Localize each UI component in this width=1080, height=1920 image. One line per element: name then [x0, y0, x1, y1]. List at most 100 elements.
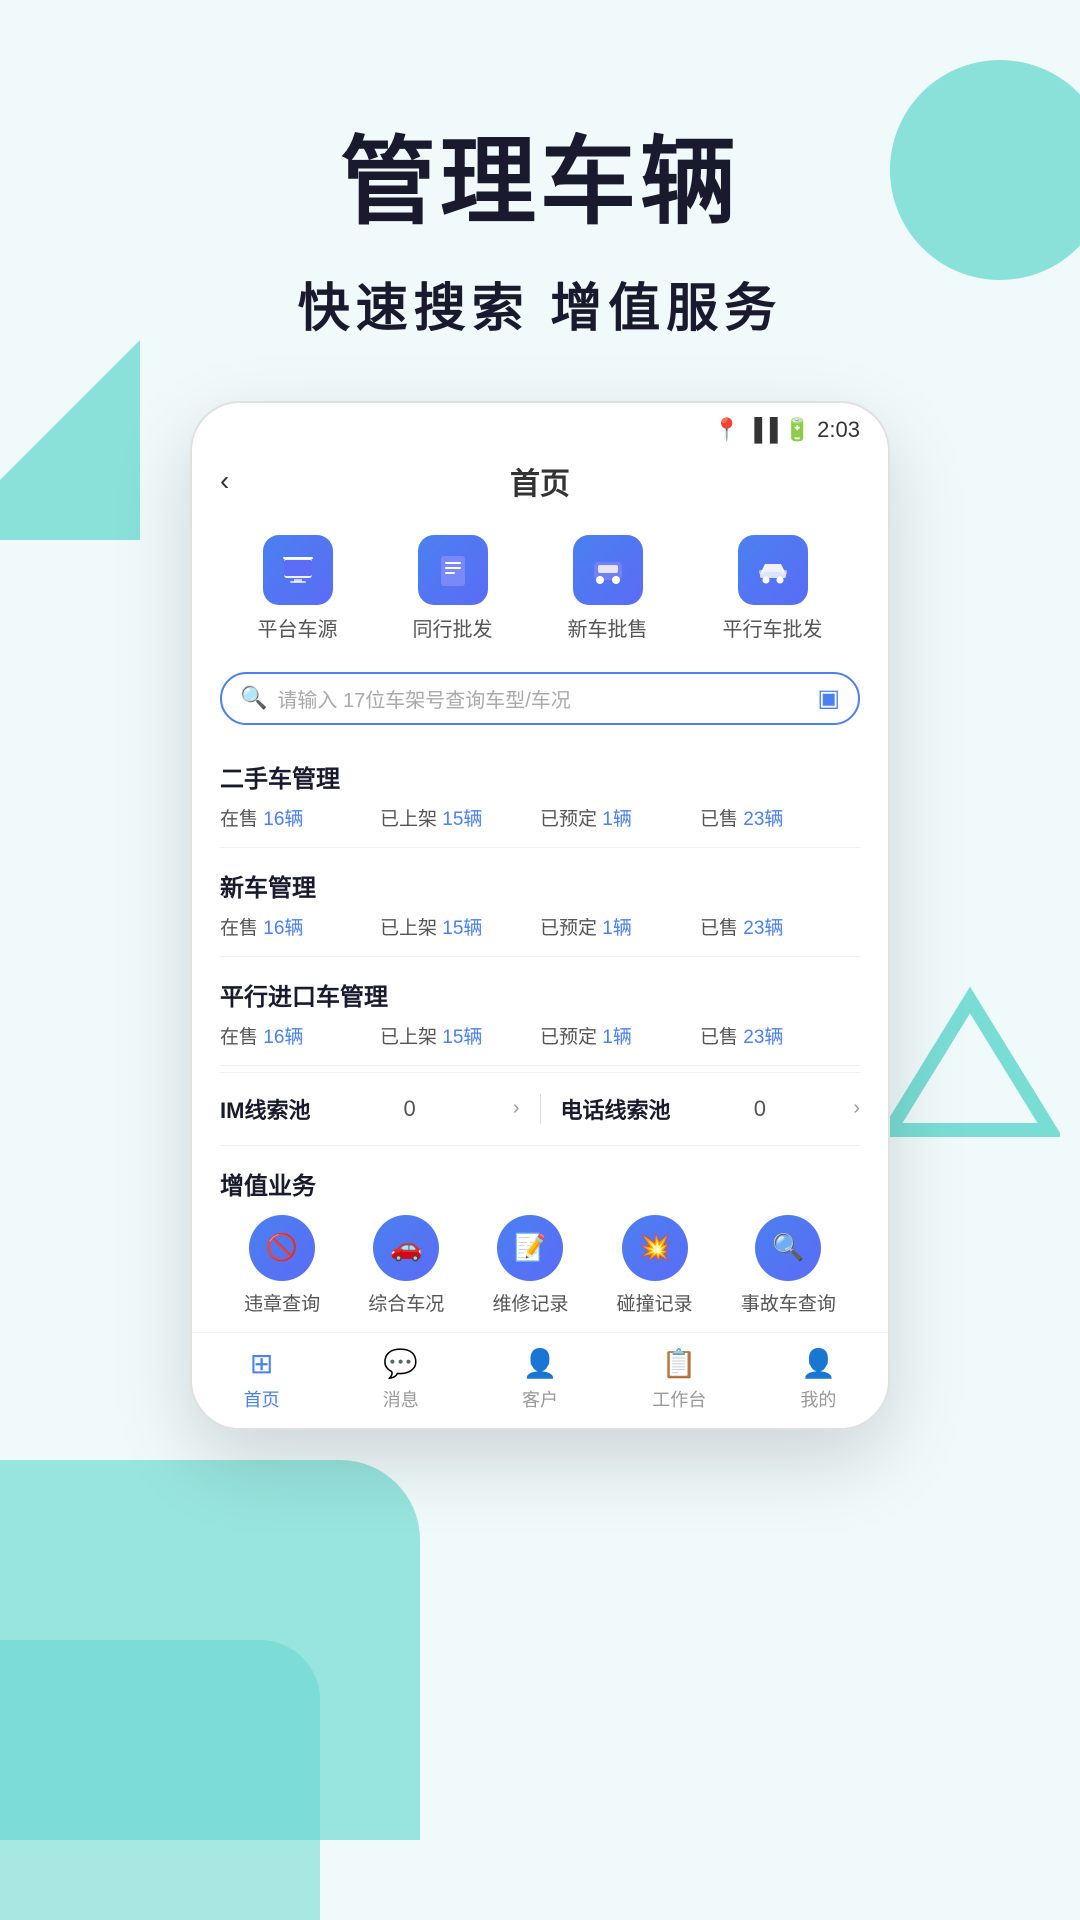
quick-icon-parallel[interactable]: 平行车批发: [723, 535, 823, 642]
stat-item-1-1: 已上架 15辆: [380, 913, 540, 940]
value-icon-item-0[interactable]: 🚫 违章查询: [244, 1215, 320, 1316]
hero-subtitle: 快速搜索 增值服务: [0, 266, 1080, 341]
status-bar: 📍 ▐▐ 🔋 2:03: [192, 403, 888, 449]
section-stats-2: 在售 16辆已上架 15辆已预定 1辆已售 23辆: [220, 1022, 860, 1049]
sections-container: 二手车管理在售 16辆已上架 15辆已预定 1辆已售 23辆新车管理在售 16辆…: [192, 745, 888, 1066]
value-icon-item-4[interactable]: 🔍 事故车查询: [741, 1215, 836, 1316]
section-title-1: 新车管理: [220, 868, 860, 903]
new-car-icon-box: [573, 535, 643, 605]
parallel-label: 平行车批发: [723, 613, 823, 642]
phone-frame: 📍 ▐▐ 🔋 2:03 ‹ 首页: [190, 401, 890, 1430]
search-bar[interactable]: 🔍 请输入 17位车架号查询车型/车况 ▣: [220, 672, 860, 725]
search-placeholder[interactable]: 请输入 17位车架号查询车型/车况: [277, 684, 807, 713]
status-icons: 📍 ▐▐ 🔋 2:03: [713, 417, 860, 443]
bg-triangle-left: [0, 340, 140, 540]
back-button[interactable]: ‹: [220, 465, 229, 497]
tab-item-我的[interactable]: 👤 我的: [749, 1333, 888, 1428]
tab-item-消息[interactable]: 💬 消息: [331, 1333, 470, 1428]
section-title-0: 二手车管理: [220, 759, 860, 794]
im-lead-label: IM线索池: [220, 1093, 310, 1125]
value-icon-circle-2: 📝: [497, 1215, 563, 1281]
stat-item-0-1: 已上架 15辆: [380, 804, 540, 831]
tab-label-1: 消息: [383, 1386, 419, 1412]
stat-item-0-2: 已预定 1辆: [540, 804, 700, 831]
leads-divider: [540, 1094, 541, 1124]
stat-item-2-2: 已预定 1辆: [540, 1022, 700, 1049]
section-stats-1: 在售 16辆已上架 15辆已预定 1辆已售 23辆: [220, 913, 860, 940]
quick-icon-platform[interactable]: 平台车源: [258, 535, 338, 642]
leads-row: IM线索池 0 › 电话线索池 0 ›: [192, 1079, 888, 1139]
im-lead-item[interactable]: IM线索池 0 ›: [220, 1093, 520, 1125]
divider-before-leads: [220, 1072, 860, 1073]
divider-section-2: [220, 1065, 860, 1066]
value-icon-label-1: 综合车况: [368, 1289, 444, 1316]
bg-triangle-bottom-right: [880, 980, 1060, 1145]
value-icon-label-4: 事故车查询: [741, 1289, 836, 1316]
value-icon-label-2: 维修记录: [492, 1289, 568, 1316]
stat-item-0-0: 在售 16辆: [220, 804, 380, 831]
quick-icon-wholesale[interactable]: 同行批发: [413, 535, 493, 642]
status-time: 2:03: [817, 417, 860, 443]
nav-bar: ‹ 首页: [192, 449, 888, 519]
bg-shape-bottom-left2: [0, 1640, 320, 1920]
tab-bar: ⊞ 首页 💬 消息 👤 客户 📋 工作台 👤 我的: [192, 1332, 888, 1428]
stat-item-2-0: 在售 16辆: [220, 1022, 380, 1049]
tab-item-工作台[interactable]: 📋 工作台: [610, 1333, 749, 1428]
stat-item-1-0: 在售 16辆: [220, 913, 380, 940]
hero-section: 管理车辆 快速搜索 增值服务: [0, 0, 1080, 341]
nav-title: 首页: [510, 459, 570, 503]
value-icon-item-3[interactable]: 💥碰撞记录: [617, 1215, 693, 1316]
new-car-label: 新车批售: [568, 613, 648, 642]
section-title-2: 平行进口车管理: [220, 977, 860, 1012]
tab-icon-1: 💬: [383, 1347, 418, 1380]
value-icons-row: 🚫 违章查询 🚗 综合车况 📝 维修记录 💥碰撞记录 🔍 事故车查询: [220, 1215, 860, 1316]
im-lead-arrow: ›: [513, 1097, 520, 1120]
value-icon-circle-4: 🔍: [755, 1215, 821, 1281]
divider-section-1: [220, 956, 860, 957]
tab-item-首页[interactable]: ⊞ 首页: [192, 1333, 331, 1428]
value-icon-label-0: 违章查询: [244, 1289, 320, 1316]
phone-lead-label: 电话线索池: [561, 1093, 671, 1125]
tab-label-4: 我的: [800, 1386, 836, 1412]
phone-lead-arrow: ›: [853, 1097, 860, 1120]
battery-icon: 🔋: [784, 417, 811, 443]
phone-mockup: 📍 ▐▐ 🔋 2:03 ‹ 首页: [190, 401, 890, 1430]
section-1[interactable]: 新车管理在售 16辆已上架 15辆已预定 1辆已售 23辆: [192, 854, 888, 950]
divider-after-leads: [220, 1145, 860, 1146]
value-icon-circle-0: 🚫: [249, 1215, 315, 1281]
divider-section-0: [220, 847, 860, 848]
stat-item-2-3: 已售 23辆: [700, 1022, 860, 1049]
stat-item-0-3: 已售 23辆: [700, 804, 860, 831]
tab-item-客户[interactable]: 👤 客户: [470, 1333, 609, 1428]
phone-lead-count: 0: [754, 1096, 766, 1122]
stat-item-1-3: 已售 23辆: [700, 913, 860, 940]
phone-lead-item[interactable]: 电话线索池 0 ›: [561, 1093, 861, 1125]
stat-item-2-1: 已上架 15辆: [380, 1022, 540, 1049]
quick-icon-new-car[interactable]: 新车批售: [568, 535, 648, 642]
search-icon: 🔍: [240, 685, 267, 711]
tab-icon-4: 👤: [801, 1347, 836, 1380]
stat-item-1-2: 已预定 1辆: [540, 913, 700, 940]
signal-icon: ▐▐: [747, 417, 778, 443]
tab-label-2: 客户: [522, 1386, 558, 1412]
value-icon-item-1[interactable]: 🚗 综合车况: [368, 1215, 444, 1316]
wholesale-icon-box: [418, 535, 488, 605]
platform-label: 平台车源: [258, 613, 338, 642]
hero-title: 管理车辆: [0, 130, 1080, 236]
value-icon-circle-1: 🚗: [373, 1215, 439, 1281]
value-title: 增值业务: [220, 1166, 860, 1201]
tab-label-0: 首页: [244, 1386, 280, 1412]
tab-label-3: 工作台: [652, 1386, 706, 1412]
section-0[interactable]: 二手车管理在售 16辆已上架 15辆已预定 1辆已售 23辆: [192, 745, 888, 841]
quick-icons-row: 平台车源 同行批发: [192, 519, 888, 662]
wholesale-label: 同行批发: [413, 613, 493, 642]
section-2[interactable]: 平行进口车管理在售 16辆已上架 15辆已预定 1辆已售 23辆: [192, 963, 888, 1059]
tab-icon-2: 👤: [523, 1347, 558, 1380]
value-added-section: 增值业务 🚫 违章查询 🚗 综合车况 📝 维修记录 💥碰撞记录 🔍 事故车查询: [192, 1152, 888, 1332]
tab-icon-3: 📋: [662, 1347, 697, 1380]
value-icon-circle-3: 💥: [622, 1215, 688, 1281]
scan-icon[interactable]: ▣: [817, 684, 840, 713]
tab-icon-0: ⊞: [250, 1347, 273, 1380]
value-icon-item-2[interactable]: 📝 维修记录: [492, 1215, 568, 1316]
section-stats-0: 在售 16辆已上架 15辆已预定 1辆已售 23辆: [220, 804, 860, 831]
